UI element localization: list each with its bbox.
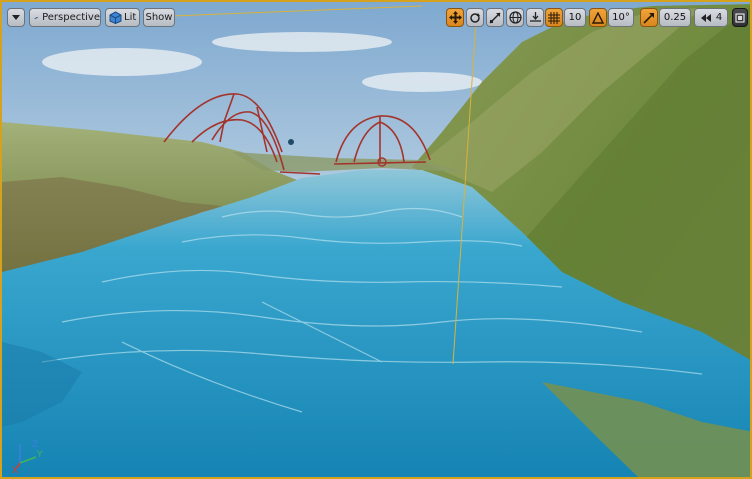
camera-speed-button[interactable]: 4 bbox=[694, 8, 728, 27]
cube-icon bbox=[109, 11, 122, 24]
chevron-down-icon bbox=[12, 14, 20, 20]
view-mode-label: Perspective bbox=[42, 12, 100, 23]
maximize-viewport-button[interactable] bbox=[732, 8, 748, 27]
scale-icon bbox=[489, 11, 501, 24]
scale-snap-value-dropdown[interactable]: 0.25 bbox=[659, 8, 691, 27]
surface-snap-button[interactable] bbox=[526, 8, 544, 27]
translate-tool-button[interactable] bbox=[446, 8, 464, 27]
angle-icon bbox=[592, 11, 604, 24]
grid-icon bbox=[548, 11, 560, 24]
lighting-mode-label: Lit bbox=[124, 12, 137, 23]
rotate-tool-button[interactable] bbox=[466, 8, 484, 27]
show-flags-label: Show bbox=[145, 12, 173, 23]
camera-icon bbox=[34, 16, 39, 19]
grid-snap-toggle[interactable] bbox=[545, 8, 563, 27]
camera-speed-icon bbox=[700, 13, 711, 22]
rotation-snap-toggle[interactable] bbox=[589, 8, 607, 27]
grid-snap-value-dropdown[interactable]: 10 bbox=[564, 8, 586, 27]
scale-snap-icon bbox=[643, 12, 654, 24]
move-arrows-icon bbox=[448, 11, 462, 24]
lighting-mode-button[interactable]: Lit bbox=[105, 8, 140, 27]
view-mode-button[interactable]: Perspective bbox=[29, 8, 101, 27]
scale-snap-toggle[interactable] bbox=[640, 8, 658, 27]
camera-speed-value: 4 bbox=[715, 12, 723, 23]
globe-icon bbox=[508, 11, 522, 24]
y-axis-label: Y bbox=[36, 450, 43, 460]
viewport-options-button[interactable] bbox=[7, 8, 25, 27]
surface-snap-icon bbox=[529, 12, 541, 22]
show-flags-button[interactable]: Show bbox=[143, 8, 175, 27]
scene-render[interactable] bbox=[2, 2, 752, 479]
z-axis-label: Z bbox=[32, 440, 38, 450]
rotation-snap-value: 10° bbox=[612, 12, 630, 23]
maximize-icon bbox=[735, 12, 745, 23]
x-axis-label: X bbox=[12, 466, 18, 473]
level-viewport[interactable]: Perspective Lit Show 10 10° 0.25 4 Z Y X bbox=[0, 0, 752, 479]
grid-snap-value: 10 bbox=[568, 12, 582, 23]
coordinate-system-button[interactable] bbox=[506, 8, 524, 27]
scale-snap-value: 0.25 bbox=[663, 12, 687, 23]
light-actor[interactable] bbox=[288, 139, 294, 145]
rotation-snap-value-dropdown[interactable]: 10° bbox=[608, 8, 634, 27]
scale-tool-button[interactable] bbox=[486, 8, 504, 27]
axis-gizmo: Z Y X bbox=[12, 440, 43, 473]
rotate-icon bbox=[470, 12, 480, 23]
